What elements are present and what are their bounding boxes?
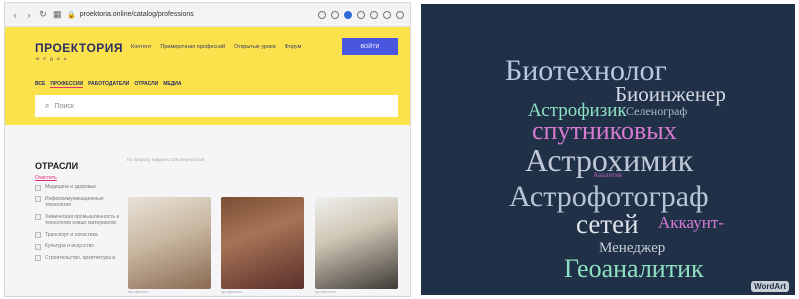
- extension-icon[interactable]: [344, 10, 352, 19]
- category-tabs: ВСЕ ПРОФЕССИИ РАБОТОДАТЕЛИ ОТРАСЛИ МЕДИА: [35, 81, 182, 88]
- tab-media[interactable]: МЕДИА: [163, 81, 181, 88]
- filter-item[interactable]: Строительство, архитектура и: [35, 254, 127, 261]
- filter-label: Транспорт и логистика: [45, 231, 98, 238]
- nav-fitting-room[interactable]: Примерочная профессий: [160, 44, 225, 50]
- search-icon[interactable]: [318, 10, 326, 19]
- word-analyst: Аналитик: [593, 171, 623, 179]
- reload-icon[interactable]: ↻: [39, 9, 47, 20]
- checkbox[interactable]: [35, 255, 41, 261]
- filter-label: Химическая промышленность и технологии н…: [45, 213, 120, 227]
- camera-icon[interactable]: [331, 10, 339, 19]
- checkbox[interactable]: [35, 243, 41, 250]
- filter-item[interactable]: Химическая промышленность и технологии н…: [35, 214, 127, 227]
- word-astrophotographer: Астрофотограф: [509, 180, 709, 213]
- nav-forum[interactable]: Форум: [285, 44, 302, 50]
- nav-content[interactable]: Контент: [131, 44, 151, 50]
- clear-filters-link[interactable]: Очистить: [35, 175, 57, 181]
- top-nav: Контент Примерочная профессий Открытые у…: [131, 44, 301, 50]
- toolbar-icons: [318, 10, 404, 19]
- tab-professions[interactable]: ПРОФЕССИИ: [50, 81, 84, 88]
- card-caption: профессия: [128, 289, 149, 294]
- send-icon[interactable]: [357, 10, 365, 19]
- search-input[interactable]: ⌕ Поиск: [35, 95, 398, 117]
- filter-item[interactable]: Медицина и здоровье: [35, 184, 127, 191]
- checkbox[interactable]: [35, 184, 41, 191]
- checkbox[interactable]: [35, 232, 41, 238]
- filter-label: Строительство, архитектура и: [45, 254, 116, 261]
- url-text: proektoria.online/catalog/professions: [79, 11, 194, 18]
- site-logo-sub: МЕДИА: [36, 56, 71, 61]
- filter-label: Инфокоммуникационные технологии: [45, 195, 104, 209]
- address-bar[interactable]: 🔒 proektoria.online/catalog/professions: [67, 8, 312, 22]
- profession-card-image[interactable]: [315, 197, 398, 289]
- filter-label: Культура и искусство: [45, 243, 95, 249]
- filters-title: ОТРАСЛИ: [35, 161, 79, 171]
- profession-card-image[interactable]: [221, 197, 304, 289]
- heart-icon[interactable]: [370, 10, 378, 19]
- word-geoanalyst: Геоаналитик: [564, 254, 704, 283]
- site-header: ПРОЕКТОРИЯ МЕДИА Контент Примерочная про…: [5, 27, 410, 125]
- shield-icon[interactable]: [383, 10, 391, 19]
- download-icon[interactable]: [396, 10, 404, 19]
- nav-open-lessons[interactable]: Открытые уроки: [234, 44, 276, 50]
- card-caption: профессия: [315, 289, 336, 294]
- back-icon[interactable]: ‹: [11, 10, 19, 20]
- login-button[interactable]: ВОЙТИ: [342, 38, 398, 55]
- filter-item[interactable]: Культура и искусство: [35, 243, 127, 250]
- tabs-grid-icon[interactable]: ▦: [53, 9, 62, 20]
- search-icon: ⌕: [45, 101, 50, 110]
- lock-icon: 🔒: [67, 11, 76, 19]
- word-networks: сетей: [576, 209, 639, 239]
- word-account: Аккаунт-: [658, 213, 724, 232]
- word-satellite: спутниковых: [532, 116, 677, 145]
- checkbox[interactable]: [35, 214, 41, 220]
- browser-window: ‹ › ↻ ▦ 🔒 proektoria.online/catalog/prof…: [4, 2, 411, 297]
- browser-toolbar: ‹ › ↻ ▦ 🔒 proektoria.online/catalog/prof…: [5, 3, 410, 27]
- filter-list: Медицина и здоровье Инфокоммуникационные…: [35, 184, 127, 266]
- tab-industries[interactable]: ОТРАСЛИ: [134, 81, 158, 88]
- word-cloud: Биотехнолог Биоинженер Астрофизик Селено…: [421, 4, 795, 295]
- profession-card-image[interactable]: [128, 197, 211, 289]
- checkbox[interactable]: [35, 196, 41, 202]
- tab-employers[interactable]: РАБОТОДАТЕЛИ: [88, 81, 129, 88]
- filter-label: Медицина и здоровье: [45, 184, 96, 190]
- card-caption: профессия: [221, 289, 242, 294]
- wordart-badge: WordArt: [751, 281, 789, 292]
- site-logo[interactable]: ПРОЕКТОРИЯ: [35, 41, 123, 55]
- search-placeholder: Поиск: [54, 102, 74, 110]
- forward-icon[interactable]: ›: [25, 10, 33, 20]
- catalog-content: По запросу найдено 128 результатов ОТРАС…: [5, 125, 410, 295]
- filter-item[interactable]: Транспорт и логистика: [35, 231, 127, 238]
- filter-item[interactable]: Инфокоммуникационные технологии: [35, 196, 127, 209]
- tab-all[interactable]: ВСЕ: [35, 81, 45, 88]
- word-bioengineer: Биоинженер: [615, 82, 726, 106]
- results-count: По запросу найдено 128 результатов: [127, 157, 205, 162]
